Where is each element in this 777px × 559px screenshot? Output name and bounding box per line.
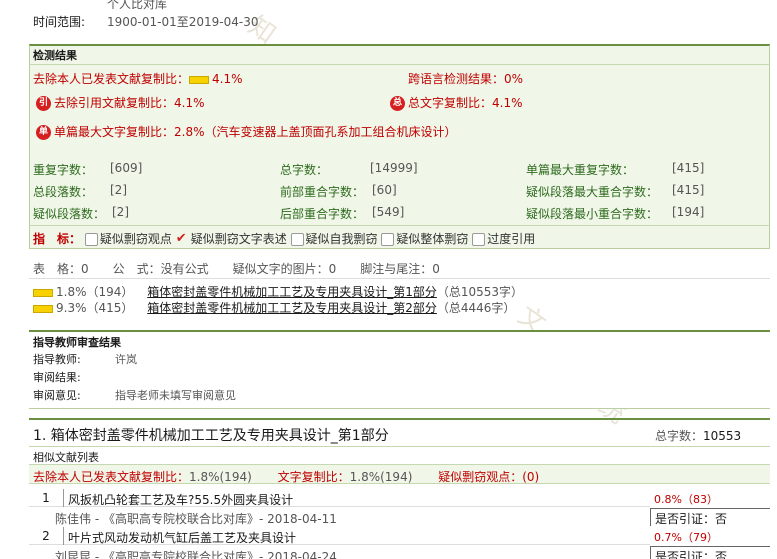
part-link[interactable]: 箱体密封盖零件机械加工工艺及专用夹具设计_第1部分 [147, 285, 437, 299]
stat-value: [60] [372, 183, 397, 197]
single-badge-icon: 单 [36, 125, 51, 140]
stat-value: [2] [112, 205, 129, 219]
part-row: 9.3%（415） 箱体密封盖零件机械加工工艺及专用夹具设计_第2部分（总444… [33, 299, 515, 316]
section-stats: 去除本人已发表文献复制比：1.8%(194) 文字复制比：1.8%(194) 疑… [33, 470, 540, 484]
stat-label: 重复字数： [33, 163, 94, 177]
teacher-value: 许岚 [115, 353, 137, 366]
section-total: 总字数：10553 [655, 429, 742, 443]
list-item-meta: 陈佳伟 - 《高职高专院校联合比对库》- 2018-04-11 [55, 512, 337, 526]
stat-label: 疑似段落最大重合字数： [526, 185, 659, 199]
list-item-pct: 0.7%（79） [654, 531, 718, 544]
checkmark-icon[interactable]: ✔ [176, 232, 189, 246]
stat-value: [415] [672, 161, 705, 175]
excl-self-ratio: 去除本人已发表文献复制比： 4.1% [33, 72, 243, 86]
ratio-bar [33, 288, 53, 297]
time-label: 时间范围: [33, 15, 86, 29]
stat-label: 后部重合字数： [280, 207, 365, 221]
similar-list: 1 风扳机凸轮套工艺及车?55.5外圆夹具设计 陈佳伟 - 《高职高专院校联合比… [29, 489, 770, 559]
indicator-row: 指 标： 疑似剽窃观点 ✔ 疑似剽窃文字表述 疑似自我剽窃 疑似整体剽窃 过度引用 [33, 231, 536, 246]
indicator-checkbox[interactable] [381, 233, 395, 246]
part-link[interactable]: 箱体密封盖零件机械加工工艺及专用夹具设计_第2部分 [147, 301, 437, 315]
list-item-cite: 是否引证：否 [655, 550, 728, 559]
ratio-bar [189, 75, 210, 84]
indicator-checkbox[interactable] [84, 233, 98, 246]
list-item-title[interactable]: 叶片式风动发动机气缸后盖工艺及夹具设计 [68, 529, 296, 546]
db-line: 个人比对库 [107, 0, 168, 11]
ratio-bar [33, 304, 53, 313]
stat-value: [2] [110, 183, 127, 197]
stat-label: 单篇最大重复字数： [526, 163, 635, 177]
list-item-meta: 刘昆昆 - 《高职高专院校联合比对库》- 2018-04-24 [55, 550, 337, 559]
stat-label: 疑似段落数： [33, 207, 106, 221]
single-max-ratio: 单单篇最大文字复制比：2.8%（汽车变速器上盖顶面孔系加工组合机床设计） [36, 123, 457, 140]
stat-value: [609] [110, 161, 143, 175]
result-title: 检测结果 [33, 49, 77, 62]
list-item-cite: 是否引证：否 [655, 512, 728, 526]
total-copy-ratio: 总总文字复制比：4.1% [390, 94, 523, 111]
stat-value: [415] [672, 183, 705, 197]
excl-ref-ratio: 引去除引用文献复制比：4.1% [36, 94, 205, 111]
indicator-checkbox[interactable] [472, 233, 486, 246]
total-badge-icon: 总 [390, 96, 405, 111]
list-item[interactable]: 1 风扳机凸轮套工艺及车?55.5外圆夹具设计 [29, 489, 650, 507]
review-opinion-value: 指导老师未填写审阅意见 [115, 389, 236, 402]
part-row: 1.8%（194） 箱体密封盖零件机械加工工艺及专用夹具设计_第1部分（总105… [33, 283, 523, 300]
cite-badge-icon: 引 [36, 96, 51, 111]
stat-value: [14999] [370, 161, 418, 175]
list-item-title[interactable]: 风扳机凸轮套工艺及车?55.5外圆夹具设计 [68, 491, 293, 508]
time-value: 1900-01-01至2019-04-30 [107, 15, 259, 29]
review-opinion-label: 审阅意见: [33, 389, 81, 402]
review-result-label: 审阅结果: [33, 371, 81, 384]
similar-list-title: 相似文献列表 [33, 451, 99, 464]
indicator-checkbox[interactable] [290, 233, 304, 246]
section-title: 1. 箱体密封盖零件机械加工工艺及专用夹具设计_第1部分 [33, 428, 389, 444]
stat-value: [549] [372, 205, 405, 219]
stat-label: 前部重合字数： [280, 185, 365, 199]
list-item[interactable]: 2 叶片式风动发动机气缸后盖工艺及夹具设计 [29, 527, 650, 545]
stat-label: 总段落数： [33, 185, 94, 199]
stat-value: [194] [672, 205, 705, 219]
teacher-title: 指导教师审查结果 [33, 336, 121, 349]
misc-stats: 表 格：0 公 式：没有公式 疑似文字的图片：0 脚注与尾注：0 [33, 262, 440, 276]
stat-label: 总字数： [280, 163, 329, 177]
list-item-pct: 0.8%（83） [654, 493, 718, 506]
cross-lang-result: 跨语言检测结果：0% [408, 72, 524, 86]
teacher-label: 指导教师: [33, 353, 81, 366]
stat-label: 疑似段落最小重合字数： [526, 207, 659, 221]
